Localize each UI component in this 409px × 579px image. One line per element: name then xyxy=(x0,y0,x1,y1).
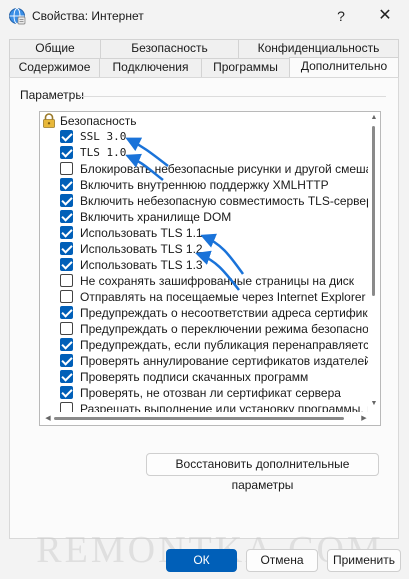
scroll-left-icon[interactable]: ◀ xyxy=(42,414,54,422)
scroll-right-icon[interactable]: ▶ xyxy=(358,414,370,422)
ok-button[interactable]: ОК xyxy=(166,549,237,572)
setting-option-label: TLS 1.0 xyxy=(80,146,127,159)
settings-group-label: Параметры xyxy=(20,88,88,102)
restore-advanced-settings-button[interactable]: Восстановить дополнительные параметры xyxy=(146,453,379,492)
scroll-down-icon[interactable]: ▼ xyxy=(368,400,380,407)
horizontal-scrollbar[interactable]: ◀ ▶ xyxy=(40,412,380,425)
internet-options-globe-icon xyxy=(9,8,26,25)
checkbox-checked[interactable] xyxy=(60,146,73,159)
checkbox-checked[interactable] xyxy=(60,210,73,223)
tab-row-1: Общие Безопасность Конфиденциальность xyxy=(9,39,399,58)
checkbox-checked[interactable] xyxy=(60,258,73,271)
window-title: Свойства: Интернет xyxy=(32,9,144,23)
category-label: Безопасность xyxy=(60,114,137,128)
setting-option-label: Блокировать небезопасные рисунки и друго… xyxy=(80,162,370,176)
checkbox-unchecked[interactable] xyxy=(60,162,73,175)
vertical-scrollbar[interactable]: ▲ ▼ xyxy=(368,112,380,412)
setting-option-label: Включить внутреннюю поддержку XMLHTTP xyxy=(80,178,329,192)
tab-security[interactable]: Безопасность xyxy=(100,39,239,58)
setting-option-label: Включить хранилище DOM xyxy=(80,210,232,224)
tab-row-2: Содержимое Подключения Программы Дополни… xyxy=(9,57,399,78)
cancel-button[interactable]: Отмена xyxy=(246,549,318,572)
checkbox-checked[interactable] xyxy=(60,242,73,255)
tab-advanced[interactable]: Дополнительно xyxy=(289,57,399,78)
apply-button[interactable]: Применить xyxy=(327,549,401,572)
checkbox-checked[interactable] xyxy=(60,386,73,399)
lock-icon xyxy=(43,113,55,128)
setting-option-label: Использовать TLS 1.3 xyxy=(80,258,203,272)
checkbox-checked[interactable] xyxy=(60,306,73,319)
checkbox-checked[interactable] xyxy=(60,194,73,207)
group-divider xyxy=(80,96,386,97)
checkbox-unchecked[interactable] xyxy=(60,274,73,287)
setting-option-label: Предупреждать о несоответствии адреса се… xyxy=(80,306,370,320)
checkbox-checked[interactable] xyxy=(60,338,73,351)
setting-option-label: Включить небезопасную совместимость TLS-… xyxy=(80,194,370,208)
tab-general[interactable]: Общие xyxy=(9,39,101,58)
checkbox-checked[interactable] xyxy=(60,178,73,191)
checkbox-checked[interactable] xyxy=(60,130,73,143)
setting-option-label: Предупреждать, если публикация перенапра… xyxy=(80,338,370,352)
tab-connections[interactable]: Подключения xyxy=(99,58,202,77)
close-button[interactable]: ✕ xyxy=(372,4,398,28)
checkbox-unchecked[interactable] xyxy=(60,290,73,303)
setting-option-label: Разрешать выполнение или установку прогр… xyxy=(80,402,370,412)
setting-option-label: Проверять подписи скачанных программ xyxy=(80,370,309,384)
checkbox-unchecked[interactable] xyxy=(60,402,73,412)
settings-list[interactable]: Безопасность SSL 3.0 TLS 1.0 Блокировать н… xyxy=(39,111,381,426)
title-bar: Свойства: Интернет ? ✕ xyxy=(0,0,409,32)
setting-option-label: Использовать TLS 1.2 xyxy=(80,242,203,256)
setting-option-label: Отправлять на посещаемые через Internet … xyxy=(80,290,370,304)
settings-list-viewport: Безопасность SSL 3.0 TLS 1.0 Блокировать н… xyxy=(40,112,370,412)
tab-content[interactable]: Содержимое xyxy=(9,58,100,77)
setting-option-label: Использовать TLS 1.1 xyxy=(80,226,203,240)
setting-option-label: Не сохранять зашифрованные страницы на д… xyxy=(80,274,355,288)
checkbox-checked[interactable] xyxy=(60,226,73,239)
horizontal-scroll-thumb[interactable] xyxy=(54,417,344,420)
setting-option-label: Проверять аннулирование сертификатов изд… xyxy=(80,354,370,368)
setting-option-label: Проверять, не отозван ли сертификат серв… xyxy=(80,386,341,400)
help-button[interactable]: ? xyxy=(328,4,354,28)
tab-privacy[interactable]: Конфиденциальность xyxy=(238,39,399,58)
checkbox-checked[interactable] xyxy=(60,354,73,367)
setting-option-label: Предупреждать о переключении режима безо… xyxy=(80,322,370,336)
vertical-scroll-thumb[interactable] xyxy=(372,126,375,296)
checkbox-checked[interactable] xyxy=(60,370,73,383)
checkbox-unchecked[interactable] xyxy=(60,322,73,335)
tab-programs[interactable]: Программы xyxy=(201,58,290,77)
scroll-up-icon[interactable]: ▲ xyxy=(368,114,380,121)
setting-option-label: SSL 3.0 xyxy=(80,130,127,143)
